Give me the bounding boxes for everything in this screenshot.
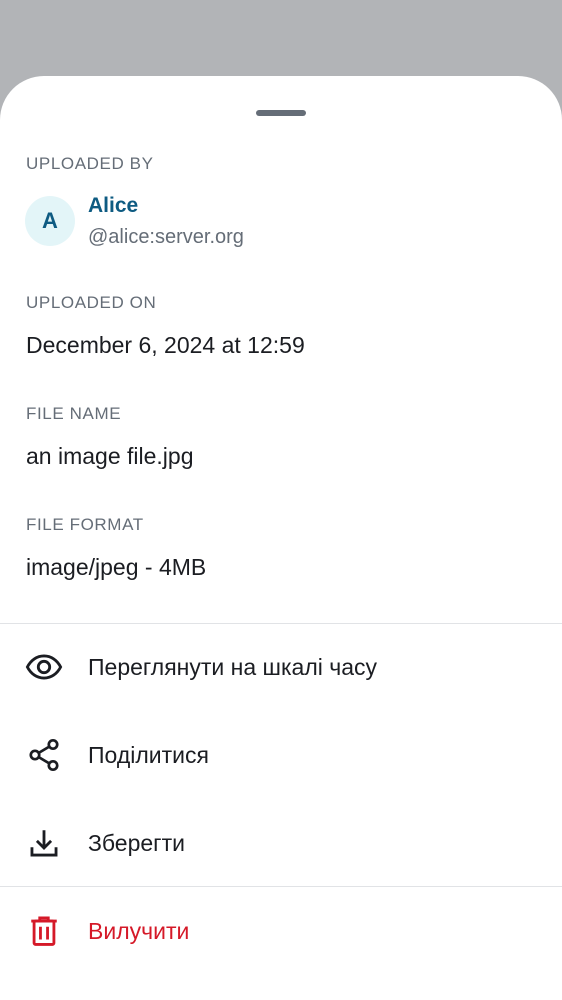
share-label: Поділитися	[88, 741, 209, 768]
remove-label: Вилучити	[88, 917, 190, 944]
uploaded-on-value: December 6, 2024 at 12:59	[26, 332, 305, 358]
save-button[interactable]: Зберегти	[0, 803, 562, 883]
share-icon	[24, 735, 64, 775]
save-label: Зберегти	[88, 829, 185, 856]
file-name-label: FILE NAME	[26, 404, 122, 423]
view-in-timeline-label: Переглянути на шкалі часу	[88, 653, 378, 680]
share-button[interactable]: Поділитися	[0, 715, 562, 795]
uploaded-by-label: UPLOADED BY	[26, 154, 154, 173]
uploader-user-id: @alice:server.org	[88, 226, 244, 248]
file-format-label: FILE FORMAT	[26, 515, 144, 534]
trash-icon	[24, 911, 64, 951]
divider	[0, 886, 562, 887]
divider	[0, 623, 562, 624]
drag-handle[interactable]	[256, 110, 306, 116]
view-in-timeline-button[interactable]: Переглянути на шкалі часу	[0, 627, 562, 707]
avatar: A	[25, 196, 75, 246]
file-format-value: image/jpeg - 4MB	[26, 554, 207, 580]
media-details-bottom-sheet: UPLOADED BY A Alice @alice:server.org UP…	[0, 76, 562, 1000]
uploaded-on-label: UPLOADED ON	[26, 293, 157, 312]
file-name-value: an image file.jpg	[26, 443, 194, 469]
uploader-name: Alice	[88, 194, 139, 217]
download-icon	[24, 823, 64, 863]
eye-icon	[24, 647, 64, 687]
remove-button[interactable]: Вилучити	[0, 891, 562, 971]
